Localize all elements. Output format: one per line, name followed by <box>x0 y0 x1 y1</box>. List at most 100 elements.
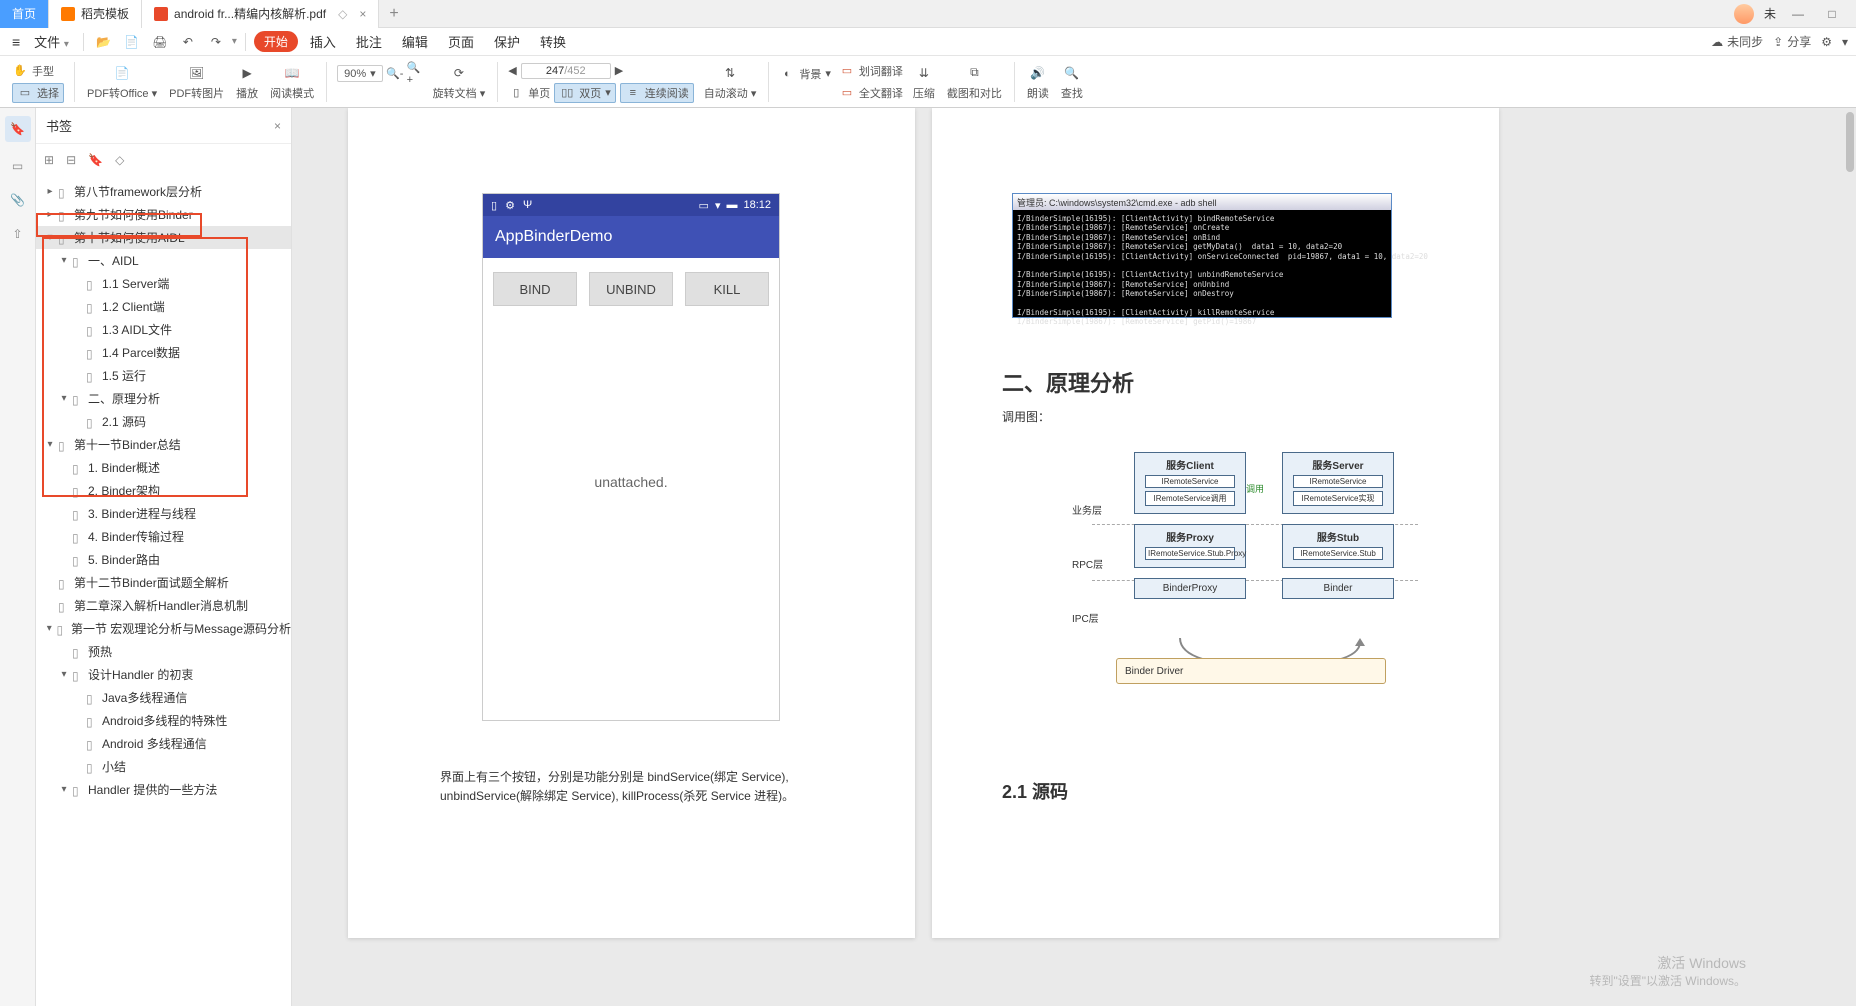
layout-single[interactable]: ▯单页 <box>508 83 550 103</box>
new-tab-button[interactable]: + <box>379 5 408 23</box>
phone-kill-button: KILL <box>685 272 769 306</box>
rail-bookmark-icon[interactable]: 🔖 <box>5 116 31 142</box>
toolbar: ✋手型 ▭选择 📄PDF转Office ▾ 🖼PDF转图片 ▶播放 📖阅读模式 … <box>0 56 1856 108</box>
redo-icon[interactable]: ↷ <box>204 30 228 54</box>
layer-label-1: 业务层 <box>1072 502 1102 517</box>
bookmark-item[interactable]: ▯第二章深入解析Handler消息机制 <box>36 594 291 617</box>
menu-file[interactable]: 文件 ▾ <box>28 32 75 51</box>
zoom-select[interactable]: 90% ▾ <box>337 65 383 82</box>
tool-rotate[interactable]: ⟳旋转文档 ▾ <box>427 63 492 101</box>
tool-read-aloud[interactable]: 🔊朗读 <box>1021 63 1055 101</box>
bookmark-item[interactable]: ▾▯第一节 宏观理论分析与Message源码分析 <box>36 617 291 640</box>
document-viewport[interactable]: ▯ ⚙ Ψ ▭ ▾ ▬ 18:12 AppBinderDemo BIND UNB… <box>292 108 1856 1006</box>
bookmark-item[interactable]: ▯2. Binder架构 <box>36 479 291 502</box>
share-button[interactable]: ⇪ 分享 <box>1773 33 1811 50</box>
bookmark-item[interactable]: ▯第十二节Binder面试题全解析 <box>36 571 291 594</box>
sync-status[interactable]: ☁ 未同步 <box>1711 33 1763 50</box>
menu-edit[interactable]: 编辑 <box>394 32 436 51</box>
tool-hand[interactable]: ✋手型 <box>12 61 64 81</box>
undo-icon[interactable]: ↶ <box>176 30 200 54</box>
settings-icon[interactable]: ⚙ <box>1821 35 1832 49</box>
bookmark-item[interactable]: ▾▯二、原理分析 <box>36 387 291 410</box>
bookmark-collapse-icon[interactable]: ⊟ <box>66 153 76 167</box>
window-maximize-icon[interactable]: □ <box>1820 7 1844 21</box>
bookmark-item[interactable]: ▾▯第十一节Binder总结 <box>36 433 291 456</box>
bookmark-expand-icon[interactable]: ⊞ <box>44 153 54 167</box>
menu-page[interactable]: 页面 <box>440 32 482 51</box>
rail-attachment-icon[interactable]: 📎 <box>8 190 28 210</box>
tool-autoscroll[interactable]: ⇅自动滚动 ▾ <box>698 63 763 101</box>
phone-bt-icon: ⚙ <box>505 199 515 212</box>
page-prev-icon[interactable]: ◀ <box>508 64 516 77</box>
print-icon[interactable]: 🖨 <box>148 30 172 54</box>
bookmark-item[interactable]: ▯Android多线程的特殊性 <box>36 709 291 732</box>
vertical-scrollbar[interactable] <box>1846 112 1854 172</box>
open-icon[interactable]: 📂 <box>92 30 116 54</box>
zoom-out-icon[interactable]: 🔍- <box>387 66 403 82</box>
bookmark-item[interactable]: ▯1.5 运行 <box>36 364 291 387</box>
tool-read-mode[interactable]: 📖阅读模式 <box>264 63 320 101</box>
tab-home[interactable]: 首页 <box>0 0 49 28</box>
tab-document[interactable]: android fr...精编内核解析.pdf◇× <box>142 0 379 28</box>
bookmark-add-icon[interactable]: 🔖 <box>88 153 103 167</box>
hamburger-icon[interactable]: ≡ <box>8 34 24 50</box>
tool-pdf-office[interactable]: 📄PDF转Office ▾ <box>81 63 163 101</box>
bookmark-item[interactable]: ▯Java多线程通信 <box>36 686 291 709</box>
tab-pin-icon[interactable]: ◇ <box>338 7 347 21</box>
save-icon[interactable]: 📄 <box>120 30 144 54</box>
bookmark-item[interactable]: ▯Android 多线程通信 <box>36 732 291 755</box>
diagram-binderproxy-box: BinderProxy <box>1134 578 1246 599</box>
bookmark-item[interactable]: ▯3. Binder进程与线程 <box>36 502 291 525</box>
tool-find[interactable]: 🔍查找 <box>1055 63 1089 101</box>
bookmark-item[interactable]: ▾▯第十节如何使用AIDL <box>36 226 291 249</box>
page-input[interactable]: 247/452 <box>521 63 611 79</box>
tool-crop[interactable]: ⧉截图和对比 <box>941 63 1008 101</box>
bookmark-item[interactable]: ▾▯Handler 提供的一些方法 <box>36 778 291 801</box>
tool-select[interactable]: ▭选择 <box>12 83 64 103</box>
bookmark-item[interactable]: ▯2.1 源码 <box>36 410 291 433</box>
bookmark-item[interactable]: ▯4. Binder传输过程 <box>36 525 291 548</box>
tool-play[interactable]: ▶播放 <box>230 63 264 101</box>
tool-full-translate[interactable]: ▭全文翻译 <box>839 83 903 103</box>
avatar[interactable] <box>1734 4 1754 24</box>
bookmark-item[interactable]: ▯预热 <box>36 640 291 663</box>
phone-usb-icon: Ψ <box>523 199 532 211</box>
bookmark-item[interactable]: ▯1. Binder概述 <box>36 456 291 479</box>
rail-share-icon[interactable]: ⇧ <box>8 224 28 244</box>
tab-close-icon[interactable]: × <box>359 7 366 21</box>
bookmark-item[interactable]: ▾▯一、AIDL <box>36 249 291 272</box>
bookmark-item[interactable]: ▯1.4 Parcel数据 <box>36 341 291 364</box>
zoom-in-icon[interactable]: 🔍+ <box>407 66 423 82</box>
menu-protect[interactable]: 保护 <box>486 32 528 51</box>
menu-convert[interactable]: 转换 <box>532 32 574 51</box>
rail-thumbnail-icon[interactable]: ▭ <box>8 156 28 176</box>
more-icon[interactable]: ▾ <box>1842 35 1848 49</box>
menu-annotate[interactable]: 批注 <box>348 32 390 51</box>
layout-continuous[interactable]: ≡连续阅读 <box>620 83 694 103</box>
tab-template[interactable]: 稻壳模板 <box>49 0 142 28</box>
bookmark-item[interactable]: ▯小结 <box>36 755 291 778</box>
bookmark-item[interactable]: ▯1.1 Server端 <box>36 272 291 295</box>
phone-bind-button: BIND <box>493 272 577 306</box>
bookmark-outline-icon[interactable]: ◇ <box>115 153 124 167</box>
tool-pdf-image[interactable]: 🖼PDF转图片 <box>163 63 230 101</box>
layout-double[interactable]: ▯▯双页 ▾ <box>554 83 616 103</box>
main-area: 🔖 ▭ 📎 ⇧ 书签 × ⊞ ⊟ 🔖 ◇ ▸▯第八节framework层分析▸▯… <box>0 108 1856 1006</box>
bookmark-item[interactable]: ▸▯第九节如何使用Binder <box>36 203 291 226</box>
panel-close-icon[interactable]: × <box>274 119 281 133</box>
window-minimize-icon[interactable]: — <box>1786 7 1810 21</box>
menu-insert[interactable]: 插入 <box>302 32 344 51</box>
bookmark-item[interactable]: ▾▯设计Handler 的初衷 <box>36 663 291 686</box>
bookmark-tree[interactable]: ▸▯第八节framework层分析▸▯第九节如何使用Binder▾▯第十节如何使… <box>36 176 291 1006</box>
menu-start[interactable]: 开始 <box>254 31 298 52</box>
callgraph-label: 调用图： <box>1002 408 1050 425</box>
tool-bg[interactable]: ◐背景 ▾ <box>779 64 831 84</box>
bookmark-item[interactable]: ▯1.2 Client端 <box>36 295 291 318</box>
bookmark-item[interactable]: ▸▯第八节framework层分析 <box>36 180 291 203</box>
bookmark-item[interactable]: ▯1.3 AIDL文件 <box>36 318 291 341</box>
tool-compress[interactable]: ⇊压缩 <box>907 63 941 101</box>
page-next-icon[interactable]: ▶ <box>615 64 623 77</box>
diagram-proxy-box: 服务Proxy IRemoteService.Stub.Proxy <box>1134 524 1246 568</box>
tool-word-translate[interactable]: ▭划词翻译 <box>839 61 903 81</box>
bookmark-item[interactable]: ▯5. Binder路由 <box>36 548 291 571</box>
